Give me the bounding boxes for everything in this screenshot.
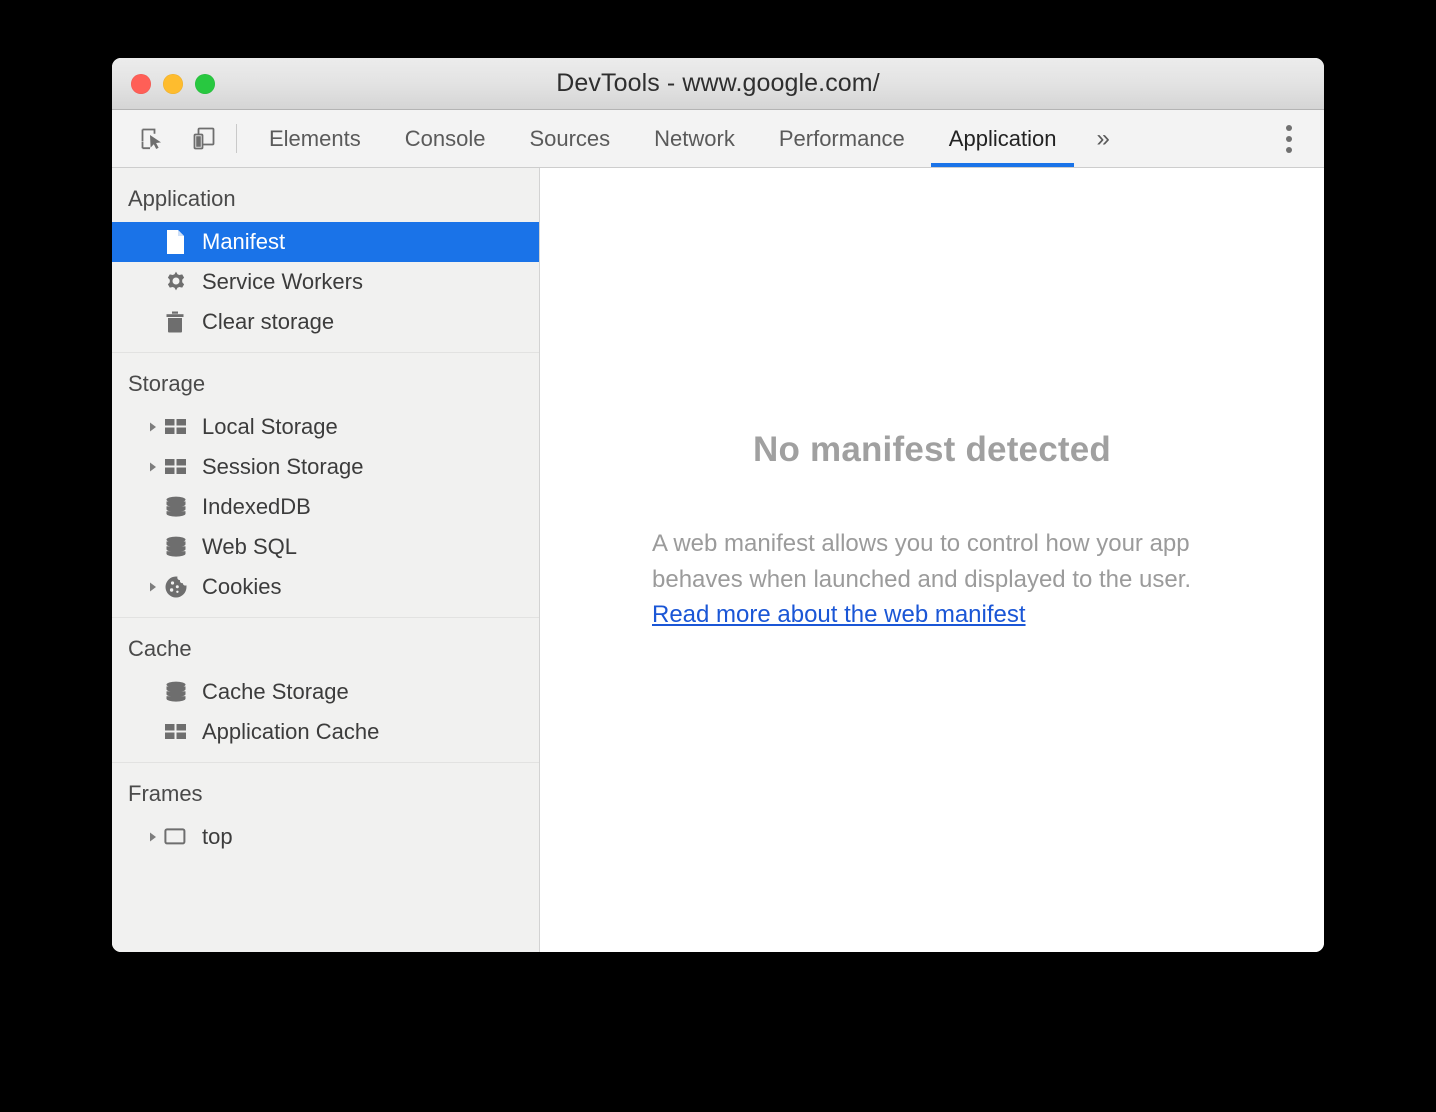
- sidebar-section-storage: Storage Local Storage Session Storage In…: [112, 352, 539, 617]
- sidebar-section-frames: Frames top: [112, 762, 539, 867]
- inspect-element-cursor-icon[interactable]: [132, 119, 172, 159]
- frame-icon: [164, 827, 194, 847]
- more-options-icon[interactable]: [1272, 119, 1306, 159]
- toolbar-divider: [236, 124, 237, 153]
- sidebar-item-label: Cookies: [202, 574, 282, 599]
- traffic-lights: [131, 73, 215, 94]
- toolbar-icon-group: [112, 110, 224, 167]
- table-icon: [164, 417, 194, 437]
- window-title: DevTools - www.google.com/: [556, 69, 880, 97]
- sidebar-item-label: Clear storage: [202, 309, 335, 334]
- sidebar-item-label: Session Storage: [202, 454, 364, 479]
- expand-triangle-icon[interactable]: [142, 421, 164, 433]
- sidebar-item-label: Local Storage: [202, 414, 338, 439]
- sidebar-item-session-storage[interactable]: Session Storage: [112, 447, 539, 487]
- sidebar-item-cookies[interactable]: Cookies: [112, 567, 539, 607]
- table-icon: [164, 722, 194, 742]
- trash-icon: [164, 310, 194, 334]
- sidebar-item-label: Service Workers: [202, 269, 363, 294]
- database-icon: [164, 681, 194, 703]
- window-titlebar: DevTools - www.google.com/: [112, 58, 1324, 110]
- sidebar-item-label: IndexedDB: [202, 494, 311, 519]
- section-title-cache: Cache: [128, 636, 192, 661]
- zoom-window-button[interactable]: [195, 73, 215, 94]
- tab-application[interactable]: Application: [927, 110, 1079, 167]
- application-sidebar: Application Manifest Service Workers Cle…: [112, 168, 540, 952]
- close-window-button[interactable]: [131, 73, 151, 94]
- toolbar-right-group: [1249, 110, 1324, 167]
- document-icon: [164, 229, 194, 255]
- tab-network[interactable]: Network: [632, 110, 757, 167]
- sidebar-section-application: Application Manifest Service Workers Cle…: [112, 168, 539, 352]
- minimize-window-button[interactable]: [163, 73, 183, 94]
- sidebar-item-label: Application Cache: [202, 719, 380, 744]
- sidebar-item-label: Manifest: [202, 229, 286, 254]
- sidebar-item-cache-storage[interactable]: Cache Storage: [112, 672, 539, 712]
- tab-elements[interactable]: Elements: [247, 110, 383, 167]
- toggle-device-toolbar-icon[interactable]: [184, 119, 224, 159]
- section-title-frames: Frames: [128, 781, 203, 806]
- sidebar-item-local-storage[interactable]: Local Storage: [112, 407, 539, 447]
- sidebar-item-application-cache[interactable]: Application Cache: [112, 712, 539, 752]
- sidebar-item-service-workers[interactable]: Service Workers: [112, 262, 539, 302]
- sidebar-item-manifest[interactable]: Manifest: [112, 222, 539, 262]
- expand-triangle-icon[interactable]: [142, 461, 164, 473]
- tab-console[interactable]: Console: [383, 110, 508, 167]
- table-icon: [164, 457, 194, 477]
- empty-state-title: No manifest detected: [753, 430, 1111, 469]
- sidebar-section-cache: Cache Cache Storage Application Cache: [112, 617, 539, 762]
- tab-sources[interactable]: Sources: [507, 110, 632, 167]
- gear-icon: [164, 270, 194, 294]
- sidebar-item-label: Cache Storage: [202, 679, 349, 704]
- empty-state: No manifest detected A web manifest allo…: [540, 430, 1324, 633]
- expand-triangle-icon[interactable]: [142, 581, 164, 593]
- sidebar-item-web-sql[interactable]: Web SQL: [112, 527, 539, 567]
- section-title-application: Application: [128, 186, 236, 211]
- sidebar-item-top-frame[interactable]: top: [112, 817, 539, 857]
- sidebar-item-clear-storage[interactable]: Clear storage: [112, 302, 539, 342]
- panel-tabs: Elements Console Sources Network Perform…: [247, 110, 1249, 167]
- empty-state-description: A web manifest allows you to control how…: [652, 526, 1212, 633]
- devtools-window: DevTools - www.google.com/ Elements Cons…: [112, 58, 1324, 952]
- expand-triangle-icon[interactable]: [142, 831, 164, 843]
- sidebar-item-label: Web SQL: [202, 534, 297, 559]
- cookie-icon: [164, 575, 194, 599]
- section-title-storage: Storage: [128, 371, 206, 396]
- tab-performance[interactable]: Performance: [757, 110, 927, 167]
- manifest-panel: No manifest detected A web manifest allo…: [540, 168, 1324, 952]
- more-tabs-chevron-icon[interactable]: »: [1078, 110, 1127, 167]
- sidebar-item-indexeddb[interactable]: IndexedDB: [112, 487, 539, 527]
- database-icon: [164, 496, 194, 518]
- sidebar-item-label: top: [202, 824, 233, 849]
- empty-state-description-text: A web manifest allows you to control how…: [652, 530, 1192, 593]
- read-more-link[interactable]: Read more about the web manifest: [652, 597, 1026, 633]
- devtools-toolbar: Elements Console Sources Network Perform…: [112, 110, 1324, 168]
- devtools-body: Application Manifest Service Workers Cle…: [112, 168, 1324, 952]
- database-icon: [164, 536, 194, 558]
- screen-root: DevTools - www.google.com/ Elements Cons…: [0, 0, 1436, 1112]
